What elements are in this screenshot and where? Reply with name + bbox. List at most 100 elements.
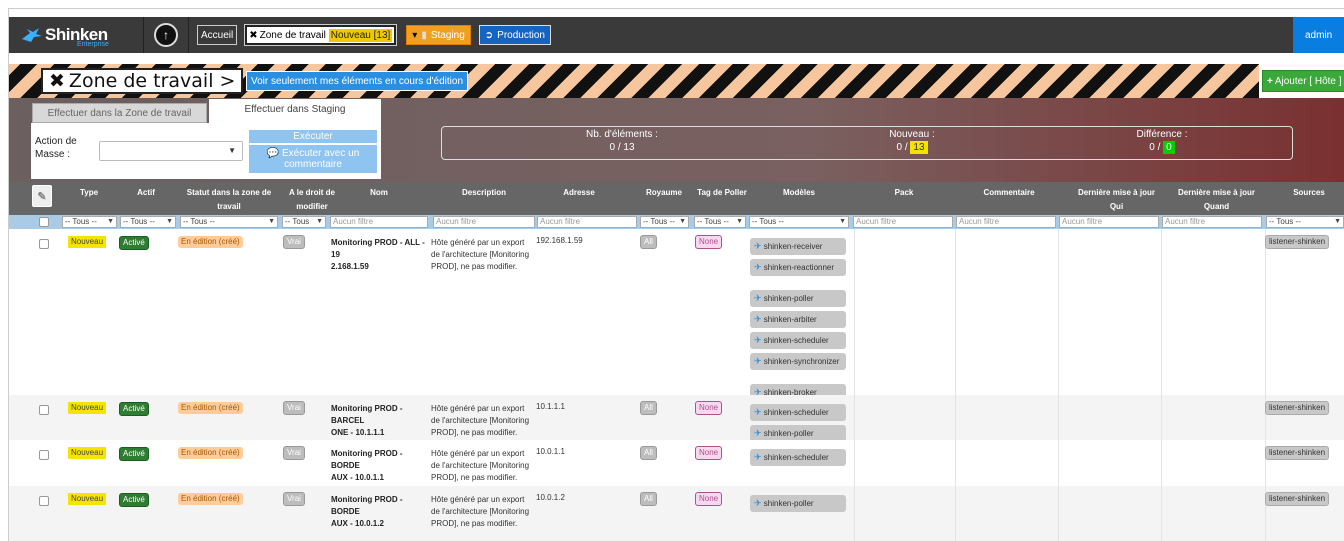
- column-divider: [1058, 486, 1059, 541]
- col-type[interactable]: Type: [74, 186, 104, 200]
- filter-row: -- Tous -- ▼ -- Tous -- ▼ -- Tous -- ▼ -- T…: [9, 215, 1344, 229]
- col-nom[interactable]: Nom: [359, 186, 399, 200]
- host-name[interactable]: Monitoring PROD - BORDE AUX - 10.0.1.1: [331, 448, 429, 484]
- table-row[interactable]: Nouveau Activé En édition (créé) Vrai Monito…: [9, 486, 1344, 541]
- filter-tag[interactable]: -- Tous -- ▼: [694, 216, 746, 228]
- tab-workspace-action[interactable]: Effectuer dans la Zone de travail: [32, 103, 207, 123]
- col-commentaire[interactable]: Commentaire: [974, 186, 1044, 200]
- status-badge: En édition (créé): [178, 402, 243, 414]
- shinken-bird-icon: [22, 28, 42, 42]
- show-my-edits-button[interactable]: Voir seulement mes éléments en cours d'é…: [246, 71, 469, 91]
- shinken-logo[interactable]: Shinken Enterprise: [21, 20, 139, 50]
- row-checkbox[interactable]: [39, 239, 49, 249]
- col-sources[interactable]: Sources: [1284, 186, 1334, 200]
- mass-action-select[interactable]: ▼: [99, 141, 243, 161]
- host-name-line2: ONE - 10.1.1.1: [331, 428, 385, 437]
- template-chip[interactable]: ✈ shinken-reactionner: [750, 259, 846, 276]
- table-row[interactable]: Nouveau Activé En édition (créé) Vrai Monito…: [9, 395, 1344, 442]
- add-host-button[interactable]: + Ajouter [ Hôte ]: [1262, 70, 1344, 92]
- filter-qui[interactable]: Aucun filtre: [1059, 216, 1159, 228]
- filter-actif[interactable]: -- Tous -- ▼: [120, 216, 176, 228]
- desc-line3: PROD], ne pas modifier.: [431, 519, 518, 528]
- row-checkbox[interactable]: [39, 405, 49, 415]
- host-name[interactable]: Monitoring PROD - ALL - 19 2.168.1.59: [331, 237, 429, 273]
- add-host-label: Ajouter [ Hôte ]: [1274, 75, 1342, 87]
- col-tag[interactable]: Tag de Poller: [692, 186, 752, 200]
- host-address: 10.0.1.1: [536, 447, 565, 456]
- host-name-line1: Monitoring PROD - BARCEL: [331, 404, 403, 425]
- filter-description[interactable]: Aucun filtre: [433, 216, 535, 228]
- template-chip[interactable]: ✈ shinken-receiver: [750, 238, 846, 255]
- host-description: Hôte généré par un export de l'architectu…: [431, 403, 535, 439]
- col-droit[interactable]: A le droit de modifier: [282, 186, 342, 214]
- workspace-button[interactable]: ✖ Zone de travail Nouveau [13]: [244, 24, 398, 46]
- host-address: 10.0.1.2: [536, 493, 565, 502]
- poller-tag-badge: None: [695, 492, 723, 506]
- count-counter: Nb. d'éléments : 0 / 13: [572, 129, 672, 153]
- host-name[interactable]: Monitoring PROD - BORDE AUX - 10.0.1.2: [331, 494, 429, 530]
- type-badge: Nouveau: [68, 236, 107, 248]
- filter-type[interactable]: -- Tous -- ▼: [62, 216, 117, 228]
- column-divider: [955, 440, 956, 486]
- filter-modeles[interactable]: -- Tous -- ▼: [749, 216, 849, 228]
- tab-staging-action[interactable]: Effectuer dans Staging: [209, 99, 381, 123]
- eraser-button[interactable]: ✎: [32, 185, 52, 207]
- col-description[interactable]: Description: [454, 186, 514, 200]
- shinken-bird-icon: ✈: [754, 262, 762, 272]
- col-royaume[interactable]: Royaume: [639, 186, 689, 200]
- filter-commentaire[interactable]: Aucun filtre: [956, 216, 1056, 228]
- production-button[interactable]: ➲ Production: [478, 25, 551, 45]
- col-qui[interactable]: Dernière mise à jour Qui: [1069, 186, 1164, 214]
- col-actif[interactable]: Actif: [131, 186, 161, 200]
- template-chip[interactable]: ✈ shinken-poller: [750, 290, 846, 307]
- template-chip[interactable]: ✈ shinken-poller: [750, 495, 846, 512]
- filter-quand[interactable]: Aucun filtre: [1162, 216, 1262, 228]
- col-adresse[interactable]: Adresse: [554, 186, 604, 200]
- template-name: shinken-synchronizer: [763, 357, 840, 366]
- column-divider: [1161, 229, 1162, 395]
- col-pack[interactable]: Pack: [889, 186, 919, 200]
- desc-line3: PROD], ne pas modifier.: [431, 262, 518, 271]
- col-quand[interactable]: Dernière mise à jour Quand: [1169, 186, 1264, 214]
- row-checkbox[interactable]: [39, 450, 49, 460]
- up-arrow-button[interactable]: ↑: [154, 23, 178, 47]
- staging-button[interactable]: ▾ ▮ Staging: [406, 25, 471, 45]
- host-name-line1: Monitoring PROD - BORDE: [331, 495, 403, 516]
- home-button[interactable]: Accueil: [197, 25, 238, 45]
- diff-counter: Différence : 0 / 0: [1127, 129, 1197, 154]
- source-badge: listener-shinken: [1265, 492, 1330, 506]
- desc-line3: PROD], ne pas modifier.: [431, 428, 518, 437]
- filter-royaume[interactable]: -- Tous -- ▼: [640, 216, 689, 228]
- host-name-line1: Monitoring PROD - BORDE: [331, 449, 403, 470]
- col-statut[interactable]: Statut dans la zone de travail: [174, 186, 284, 214]
- type-badge: Nouveau: [68, 493, 107, 505]
- host-name[interactable]: Monitoring PROD - BARCEL ONE - 10.1.1.1: [331, 403, 429, 439]
- filter-pack[interactable]: Aucun filtre: [853, 216, 953, 228]
- caret-down-icon: ▾: [412, 29, 418, 41]
- select-all-checkbox[interactable]: [39, 217, 49, 227]
- template-chip[interactable]: ✈ shinken-scheduler: [750, 332, 846, 349]
- template-chip[interactable]: ✈ shinken-scheduler: [750, 404, 846, 421]
- execute-button[interactable]: Exécuter: [249, 130, 377, 143]
- row-checkbox[interactable]: [39, 496, 49, 506]
- execute-with-comment-button[interactable]: 💬 Exécuter avec un commentaire: [249, 145, 377, 173]
- table-row[interactable]: Nouveau Activé En édition (créé) Vrai Monito…: [9, 440, 1344, 486]
- shinken-bird-icon: ✈: [754, 452, 762, 462]
- page-title: ✖ Zone de travail >: [41, 68, 244, 94]
- col-modeles[interactable]: Modèles: [769, 186, 829, 200]
- filter-statut[interactable]: -- Tous -- ▼: [180, 216, 278, 228]
- template-chip[interactable]: ✈ shinken-synchronizer: [750, 353, 846, 370]
- filter-adresse[interactable]: Aucun filtre: [537, 216, 637, 228]
- table-row[interactable]: Nouveau Activé En édition (créé) Vrai Monito…: [9, 229, 1344, 401]
- filter-droit[interactable]: -- Tous ▼: [282, 216, 326, 228]
- diff-label: Différence :: [1136, 129, 1188, 140]
- template-chip[interactable]: ✈ shinken-arbiter: [750, 311, 846, 328]
- filter-sources[interactable]: -- Tous -- ▼: [1266, 216, 1344, 228]
- shinken-bird-icon: ✈: [754, 407, 762, 417]
- clipboard-icon: ▮: [421, 29, 427, 41]
- user-menu[interactable]: admin: [1293, 17, 1344, 53]
- template-chip[interactable]: ✈ shinken-scheduler: [750, 449, 846, 466]
- new-value: 13: [910, 141, 928, 154]
- realm-badge: All: [640, 401, 657, 415]
- filter-nom[interactable]: Aucun filtre: [330, 216, 428, 228]
